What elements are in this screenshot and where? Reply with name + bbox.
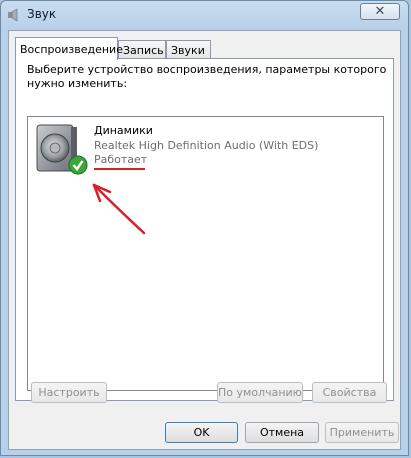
close-icon: ✕ (374, 4, 386, 19)
tab-sounds[interactable]: Звуки (166, 40, 211, 59)
red-arrow-annotation-icon (92, 183, 146, 235)
tab-recording[interactable]: Запись (118, 40, 166, 59)
title-bar[interactable]: Звук ✕ (1, 1, 408, 31)
window-title: Звук (27, 7, 57, 21)
instruction-text: Выберите устройство воспроизведения, пар… (27, 63, 387, 90)
tab-sounds-label: Звуки (171, 43, 205, 57)
device-list[interactable]: Динамики Realtek High Definition Audio (… (27, 116, 384, 391)
speaker-device-icon (36, 124, 88, 175)
apply-button[interactable]: Применить (325, 422, 399, 443)
speaker-icon (8, 8, 18, 22)
device-description: Realtek High Definition Audio (With EDS) (94, 139, 319, 152)
check-badge-icon (68, 155, 88, 175)
cancel-button[interactable]: Отмена (245, 422, 319, 443)
device-item-speakers[interactable]: Динамики Realtek High Definition Audio (… (34, 121, 334, 183)
dialog-client-area: Воспроизведение Запись Звуки Выберите ус… (8, 30, 401, 450)
set-default-button[interactable]: По умолчанию (217, 382, 303, 403)
configure-button[interactable]: Настроить (31, 382, 107, 403)
status-underline-annotation (94, 168, 145, 170)
tab-playback[interactable]: Воспроизведение (15, 37, 123, 60)
tab-recording-label: Запись (123, 43, 164, 57)
ok-button[interactable]: OK (165, 422, 238, 443)
playback-panel: Выберите устройство воспроизведения, пар… (15, 58, 394, 401)
device-status: Работает (94, 153, 148, 166)
properties-button[interactable]: Свойства (312, 382, 387, 403)
close-button[interactable]: ✕ (360, 3, 400, 20)
device-name: Динамики (94, 124, 153, 137)
tab-playback-label: Воспроизведение (20, 42, 123, 56)
sound-dialog-window: Звук ✕ Воспроизведение Запись Звуки Выбе… (0, 0, 409, 456)
